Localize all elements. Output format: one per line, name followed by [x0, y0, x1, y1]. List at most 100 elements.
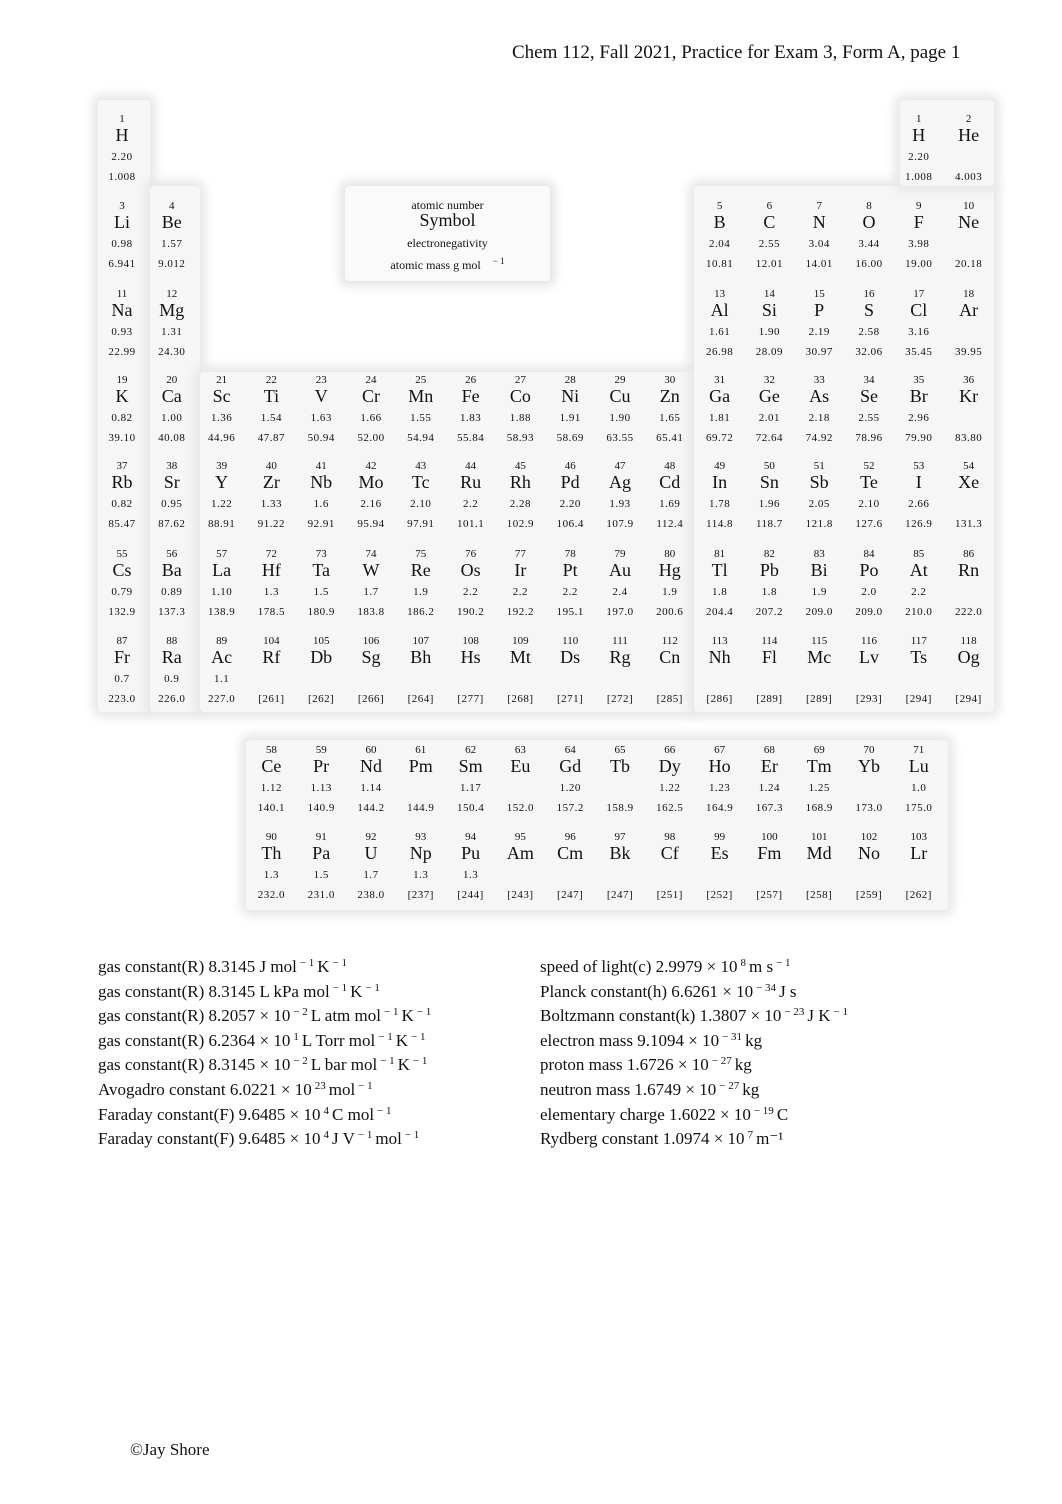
electronegativity: 1.7 [363, 869, 379, 881]
element-symbol: Cu [609, 386, 631, 406]
electronegativity: 1.0 [911, 782, 927, 794]
constant-line: Avogadro constant 6.0221 × 10 23 mol − 1 [98, 1076, 434, 1101]
element-symbol: Ca [161, 386, 182, 406]
exponent: − 1 [357, 1129, 373, 1142]
element-symbol: C [763, 212, 776, 232]
element-cell: 52 Te 2.10 127.6 [844, 452, 894, 538]
electronegativity: 2.2 [512, 586, 529, 598]
atomic-mass: 55.84 [456, 432, 485, 444]
atomic-number: 43 [415, 460, 427, 472]
element-symbol: Fr [113, 647, 130, 667]
electronegativity: 1.23 [708, 782, 731, 794]
atomic-number: 2 [965, 113, 972, 125]
element-symbol: N [812, 212, 826, 232]
element-symbol: Te [860, 472, 878, 492]
constant-text: L atm mol [310, 1006, 381, 1026]
atomic-mass: 222.0 [954, 606, 983, 618]
atomic-number: 94 [465, 831, 477, 843]
atomic-mass: [289] [756, 693, 783, 705]
element-symbol: Pd [560, 472, 580, 492]
atomic-number: 58 [265, 744, 277, 756]
element-cell: 83 Bi 1.9 209.0 [794, 540, 844, 626]
atomic-mass: 88.91 [207, 518, 236, 530]
atomic-mass: 138.9 [207, 606, 236, 618]
atomic-number: 55 [116, 548, 128, 560]
element-symbol: Rg [609, 647, 631, 667]
atomic-number: 104 [263, 635, 280, 647]
atomic-number: 45 [514, 460, 526, 472]
electronegativity: 1.22 [210, 498, 233, 510]
element-cell: 7 N 3.04 14.01 [794, 192, 844, 278]
element-cell: 117 Ts [294] [894, 627, 944, 713]
atomic-number: 1 [916, 113, 922, 125]
electronegativity: 2.66 [908, 498, 930, 510]
atomic-mass: 157.2 [556, 802, 584, 814]
element-symbol: U [364, 843, 378, 863]
element-symbol: Bi [810, 560, 828, 580]
element-cell: 44 Ru 2.2 101.1 [446, 452, 496, 538]
element-cell: 23 V 1.63 50.94 [296, 366, 346, 452]
element-symbol: W [362, 560, 380, 580]
atomic-mass: 107.9 [606, 518, 634, 530]
electronegativity: 1.5 [313, 869, 329, 881]
atomic-mass: [261] [258, 693, 285, 705]
atomic-mass: 173.0 [855, 802, 883, 814]
atomic-number: 44 [465, 460, 477, 472]
atomic-number: 39 [216, 460, 228, 472]
element-symbol: Ra [161, 647, 182, 667]
element-cell: 11 Na 0.93 22.99 [97, 280, 147, 366]
electronegativity: 1.91 [559, 412, 581, 424]
element-symbol: Hf [261, 560, 281, 580]
element-symbol: Mo [358, 472, 384, 492]
atomic-number: 37 [116, 460, 128, 472]
atomic-mass: [293] [855, 693, 883, 705]
element-symbol: Pb [759, 560, 779, 580]
atomic-mass: 14.01 [805, 258, 833, 270]
exponent: 7 [747, 1129, 754, 1142]
element-symbol: Hg [658, 560, 681, 580]
element-symbol: Br [909, 386, 928, 406]
electronegativity: 1.66 [360, 412, 382, 424]
legend-electronegativity: electronegativity [407, 236, 488, 250]
exponent: 4 [323, 1104, 330, 1117]
atomic-mass: 32.06 [855, 346, 883, 358]
atomic-mass: 158.9 [606, 802, 634, 814]
atomic-mass: 97.91 [407, 518, 435, 530]
element-symbol: Ts [910, 647, 928, 667]
element-cell: 22 Ti 1.54 47.87 [246, 366, 296, 452]
electronegativity: 1.3 [413, 869, 429, 881]
atomic-number: 34 [863, 374, 875, 386]
element-cell: 25 Mn 1.55 54.94 [396, 366, 446, 452]
element-symbol: Tl [711, 560, 728, 580]
atomic-mass: 168.9 [805, 802, 833, 814]
electronegativity: 1.8 [761, 586, 778, 598]
element-cell: 5 B 2.04 10.81 [695, 192, 745, 278]
atomic-number: 89 [216, 635, 228, 647]
element-cell: 74 W 1.7 183.8 [346, 540, 396, 626]
element-symbol: Ar [959, 300, 979, 320]
element-symbol: Os [460, 560, 481, 580]
atomic-mass: 6.941 [108, 258, 136, 270]
exponent: − 27 [711, 1055, 732, 1068]
element-symbol: Md [806, 843, 832, 863]
electronegativity: 1.9 [811, 586, 827, 598]
element-symbol: Cr [362, 386, 380, 406]
element-cell: 41 Nb 1.6 92.91 [296, 452, 346, 538]
atomic-number: 66 [664, 744, 676, 756]
atomic-number: 110 [562, 635, 579, 647]
constant-text: Faraday constant(F) 9.6485 × 10 [98, 1129, 321, 1149]
element-cell: 97 Bk [247] [595, 823, 645, 909]
atomic-number: 107 [412, 635, 430, 647]
element-cell: 80 Hg 1.9 200.6 [645, 540, 695, 626]
atomic-mass: 210.0 [905, 606, 933, 618]
atomic-number: 35 [913, 374, 925, 386]
atomic-mass: 144.2 [357, 802, 385, 814]
electronegativity: 1.6 [313, 498, 329, 510]
atomic-number: 36 [963, 374, 975, 386]
atomic-mass: 58.69 [556, 432, 584, 444]
element-symbol: V [314, 386, 328, 406]
element-symbol: Mc [807, 647, 832, 667]
exponent: − 31 [722, 1030, 743, 1043]
element-cell: 53 I 2.66 126.9 [894, 452, 944, 538]
element-symbol: Ti [263, 386, 280, 406]
